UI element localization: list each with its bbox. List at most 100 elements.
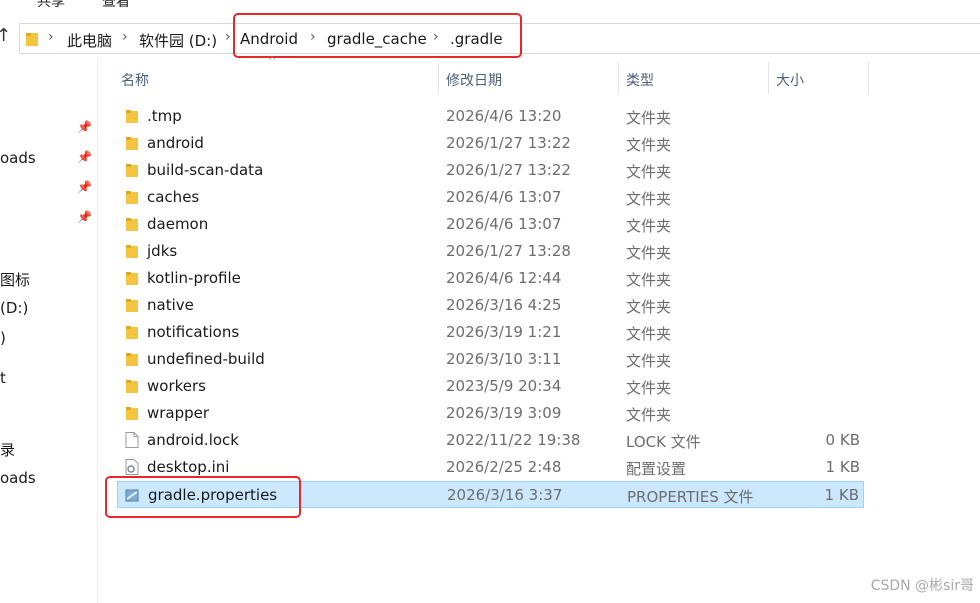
file-size: 0 KB [825, 431, 860, 449]
column-divider[interactable] [618, 62, 619, 94]
file-date: 2026/3/16 3:37 [447, 486, 563, 504]
file-date: 2023/5/9 20:34 [446, 377, 562, 395]
file-name: workers [147, 377, 206, 395]
folder-icon [126, 164, 138, 177]
column-header-type[interactable]: 类型 [626, 70, 654, 90]
folder-icon [126, 191, 138, 204]
column-divider[interactable] [768, 62, 769, 94]
file-type: 文件夹 [626, 244, 672, 262]
file-date: 2026/4/6 13:20 [446, 107, 562, 125]
file-row[interactable]: kotlin-profile 2026/4/6 12:44 文件夹 [117, 265, 864, 292]
file-row[interactable]: workers 2023/5/9 20:34 文件夹 [117, 373, 864, 400]
column-header-size[interactable]: 大小 [776, 70, 804, 90]
file-type: 文件夹 [626, 406, 672, 424]
file-type: 文件夹 [626, 298, 672, 316]
file-row[interactable]: native 2026/3/16 4:25 文件夹 [117, 292, 864, 319]
file-name: .tmp [147, 107, 182, 125]
file-date: 2026/1/27 13:22 [446, 134, 571, 152]
file-name: undefined-build [147, 350, 265, 368]
file-date: 2026/2/25 2:48 [446, 458, 562, 476]
pin-icon[interactable]: 📌 [77, 210, 92, 224]
file-row[interactable]: daemon 2026/4/6 13:07 文件夹 [117, 211, 864, 238]
nav-item-drive[interactable]: ) [0, 329, 6, 347]
column-header-date[interactable]: 修改日期 [446, 70, 502, 90]
up-arrow-icon[interactable]: ↑ [0, 25, 11, 46]
file-row[interactable]: android.lock 2022/11/22 19:38 LOCK 文件 0 KB [117, 427, 864, 454]
file-name: android.lock [147, 431, 239, 449]
pin-icon[interactable]: 📌 [77, 180, 92, 194]
chevron-right-icon: › [122, 29, 128, 45]
breadcrumb-drive-d[interactable]: 软件园 (D:) [139, 30, 217, 51]
file-type: 文件夹 [626, 136, 672, 154]
file-row[interactable]: android 2026/1/27 13:22 文件夹 [117, 130, 864, 157]
folder-icon [126, 272, 138, 285]
sort-up-icon: ^ [268, 56, 277, 67]
nav-divider [97, 58, 98, 603]
settings-file-icon [125, 459, 139, 475]
file-date: 2026/3/10 3:11 [446, 350, 562, 368]
folder-icon [126, 407, 138, 420]
file-type: 文件夹 [626, 217, 672, 235]
nav-item-downloads-2[interactable]: oads [0, 469, 36, 487]
file-type: 文件夹 [626, 271, 672, 289]
folder-icon [126, 218, 138, 231]
file-date: 2026/1/27 13:28 [446, 242, 571, 260]
file-row[interactable]: notifications 2026/3/19 1:21 文件夹 [117, 319, 864, 346]
file-date: 2026/1/27 13:22 [446, 161, 571, 179]
chevron-right-icon: › [225, 29, 231, 45]
chevron-right-icon: › [48, 29, 54, 45]
file-name: wrapper [147, 404, 210, 422]
nav-item-folder[interactable]: 录 [0, 439, 15, 460]
ribbon-tab-share[interactable]: 共享 [37, 0, 65, 11]
folder-icon [126, 245, 138, 258]
file-name: daemon [147, 215, 209, 233]
file-name: kotlin-profile [147, 269, 241, 287]
file-date: 2026/4/6 13:07 [446, 188, 562, 206]
folder-icon [126, 110, 138, 123]
file-name: build-scan-data [147, 161, 264, 179]
file-size: 1 KB [824, 486, 859, 504]
file-name: desktop.ini [147, 458, 230, 476]
file-date: 2026/3/19 1:21 [446, 323, 562, 341]
file-name: caches [147, 188, 200, 206]
file-type: 文件夹 [626, 109, 672, 127]
column-divider[interactable] [868, 62, 869, 94]
folder-icon [126, 380, 138, 393]
file-type: 文件夹 [626, 379, 672, 397]
column-header-name[interactable]: 名称 [121, 70, 149, 90]
file-name: native [147, 296, 194, 314]
file-type: 文件夹 [626, 352, 672, 370]
file-row[interactable]: jdks 2026/1/27 13:28 文件夹 [117, 238, 864, 265]
nav-item-icons[interactable]: 图标 [0, 269, 30, 290]
file-date: 2026/4/6 12:44 [446, 269, 562, 287]
watermark: CSDN @彬sir哥 [870, 578, 974, 594]
path-highlight-box [233, 13, 522, 58]
file-row[interactable]: undefined-build 2026/3/10 3:11 文件夹 [117, 346, 864, 373]
file-type: 文件夹 [626, 163, 672, 181]
file-name: android [147, 134, 204, 152]
file-type: 文件夹 [626, 325, 672, 343]
file-row[interactable]: caches 2026/4/6 13:07 文件夹 [117, 184, 864, 211]
folder-icon [126, 353, 138, 366]
file-name: jdks [147, 242, 178, 260]
column-divider[interactable] [438, 62, 439, 94]
file-date: 2026/3/16 4:25 [446, 296, 562, 314]
file-row[interactable]: .tmp 2026/4/6 13:20 文件夹 [117, 103, 864, 130]
file-size: 1 KB [825, 458, 860, 476]
folder-icon [126, 137, 138, 150]
file-date: 2026/3/19 3:09 [446, 404, 562, 422]
nav-item-t[interactable]: t [0, 369, 6, 387]
file-highlight-box [105, 476, 301, 518]
file-type: 配置设置 [626, 460, 687, 478]
file-type: PROPERTIES 文件 [627, 488, 754, 506]
pin-icon[interactable]: 📌 [77, 120, 92, 134]
file-type: 文件夹 [626, 190, 672, 208]
file-date: 2022/11/22 19:38 [446, 431, 581, 449]
ribbon-tab-view[interactable]: 查看 [102, 0, 130, 11]
file-row[interactable]: wrapper 2026/3/19 3:09 文件夹 [117, 400, 864, 427]
nav-item-drive-d[interactable]: (D:) [0, 299, 28, 317]
breadcrumb-this-pc[interactable]: 此电脑 [67, 30, 112, 51]
pin-icon[interactable]: 📌 [77, 150, 92, 164]
file-row[interactable]: build-scan-data 2026/1/27 13:22 文件夹 [117, 157, 864, 184]
nav-item-downloads[interactable]: oads [0, 149, 36, 167]
